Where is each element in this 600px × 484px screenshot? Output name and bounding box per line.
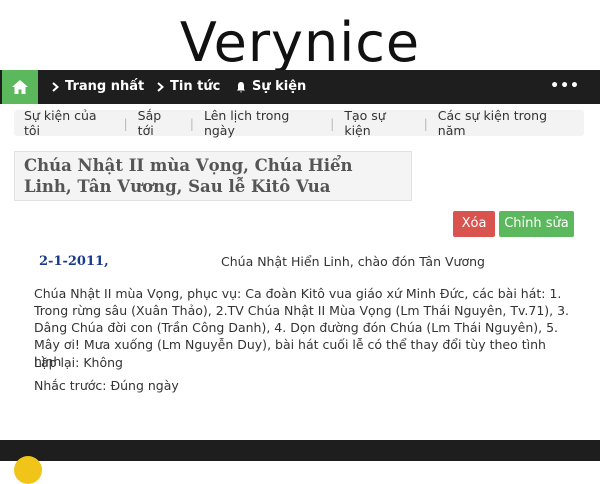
event-title: Chúa Nhật II mùa Vọng, Chúa Hiển Linh, T… (24, 156, 353, 196)
event-title-box: Chúa Nhật II mùa Vọng, Chúa Hiển Linh, T… (14, 151, 412, 201)
delete-button[interactable]: Xóa (453, 211, 495, 237)
chevron-right-icon (157, 82, 164, 92)
edit-button[interactable]: Chỉnh sửa (499, 211, 574, 237)
nav-label: Trang nhất (65, 79, 145, 94)
more-menu-button[interactable]: ••• (550, 70, 580, 104)
home-icon (12, 80, 28, 94)
event-date: 2-1-2011, (39, 254, 109, 269)
page-footer (0, 440, 600, 461)
tab-year-events[interactable]: Các sự kiện trong năm (428, 108, 584, 138)
event-repeat: Lặp lại: Không (34, 355, 123, 370)
event-tabs: Sự kiện của tôi | Sắp tới | Lên lịch tro… (14, 108, 584, 138)
nav-label: Sự kiện (252, 79, 307, 94)
event-subtitle: Chúa Nhật Hiển Linh, chào đón Tân Vương (221, 254, 485, 269)
nav-item-trang-nhat[interactable]: Trang nhất (52, 70, 144, 104)
tab-my-events[interactable]: Sự kiện của tôi (14, 108, 123, 138)
nav-label: Tin tức (170, 79, 221, 94)
chevron-right-icon (52, 82, 59, 92)
footer-badge-icon (14, 456, 42, 484)
nav-item-tin-tuc[interactable]: Tin tức (157, 70, 220, 104)
nav-item-su-kien[interactable]: Sự kiện (236, 70, 306, 104)
site-logo[interactable]: Verynice (0, 8, 600, 78)
home-button[interactable] (2, 70, 38, 104)
tab-upcoming[interactable]: Sắp tới (128, 108, 190, 138)
tab-create-event[interactable]: Tạo sự kiện (334, 108, 423, 138)
event-reminder: Nhắc trước: Đúng ngày (34, 378, 179, 393)
main-navbar: Trang nhất Tin tức Sự kiện ••• (0, 70, 600, 104)
bell-icon (237, 82, 245, 93)
tab-day-schedule[interactable]: Lên lịch trong ngày (194, 108, 330, 138)
